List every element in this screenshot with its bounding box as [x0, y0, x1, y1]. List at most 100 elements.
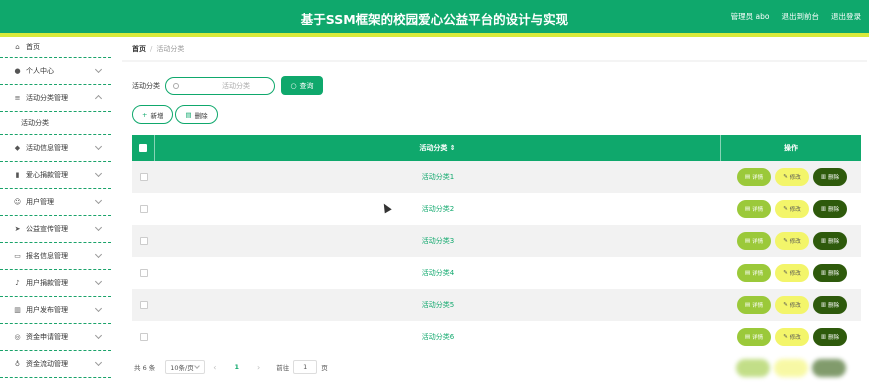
ghost-delete — [812, 359, 846, 377]
delete-button[interactable]: ▥ 删除 — [813, 168, 847, 186]
row-checkbox[interactable] — [139, 173, 148, 181]
add-button-label: 新增 — [150, 111, 164, 120]
main-content: 首页 / 活动分类 活动分类 活动分类 ○ 查询 + 新增 ▤ 删除 活动分类 … — [111, 37, 869, 383]
goto-page-input[interactable]: 1 — [293, 360, 318, 374]
edit-button[interactable]: ✎ 修改 — [775, 232, 809, 250]
delete-button[interactable]: ▥ 删除 — [813, 328, 847, 346]
delete-button-label: 删除 — [194, 111, 208, 120]
pencil-icon: ✎ — [783, 270, 788, 276]
chevron-down-icon — [94, 331, 103, 340]
sidebar-item-home[interactable]: ⌂ 首页 — [0, 37, 111, 58]
document-icon: ▤ — [744, 206, 751, 212]
person-icon: ● — [14, 67, 21, 75]
search-placeholder: 活动分类 — [222, 81, 250, 90]
edit-button[interactable]: ✎ 修改 — [775, 264, 809, 282]
chevron-down-icon — [94, 358, 103, 367]
prev-page-button[interactable]: ‹ — [213, 363, 216, 372]
trash-icon: ▥ — [820, 238, 827, 244]
pencil-icon: ✎ — [783, 206, 788, 212]
detail-button[interactable]: ▤ 详情 — [737, 264, 771, 282]
sidebar-item-fund-apply[interactable]: ◎ 资金申请管理 — [0, 324, 111, 351]
table-header: 活动分类 ⇕ 操作 — [132, 135, 861, 161]
column-header-category[interactable]: 活动分类 ⇕ — [155, 135, 721, 161]
row-checkbox[interactable] — [139, 269, 148, 277]
chevron-down-icon — [94, 65, 103, 74]
delete-button[interactable]: ▥ 删除 — [813, 200, 847, 218]
document-icon: ▤ — [744, 302, 751, 308]
sidebar-item-promo[interactable]: ➤ 公益宣传管理 — [0, 216, 111, 243]
sidebar-item-category-manage[interactable]: ≡ 活动分类管理 — [0, 85, 111, 112]
add-button[interactable]: + 新增 — [132, 105, 174, 124]
mic-icon: ♪ — [15, 279, 20, 287]
sidebar-item-signup[interactable]: ▭ 报名信息管理 — [0, 243, 111, 270]
send-icon: ➤ — [14, 225, 21, 233]
page-size-select[interactable]: 10条/页 — [165, 360, 206, 374]
sidebar-item-label: 报名信息管理 — [26, 252, 68, 260]
admin-user-label[interactable]: 管理员 abo — [731, 11, 770, 22]
detail-button[interactable]: ▤ 详情 — [737, 232, 771, 250]
sidebar-item-label: 用户管理 — [26, 198, 54, 206]
sidebar-item-fund-flow[interactable]: ♁ 资金流动管理 — [0, 351, 111, 378]
detail-button[interactable]: ▤ 详情 — [737, 296, 771, 314]
sidebar-item-donation[interactable]: ▮ 爱心捐款管理 — [0, 162, 111, 189]
table-row: 活动分类6 ▤ 详情 ✎ 修改 ▥ 删除 — [132, 321, 861, 353]
search-label: 活动分类 — [132, 81, 160, 90]
edit-button[interactable]: ✎ 修改 — [775, 200, 809, 218]
top-header: 基于SSM框架的校园爱心公益平台的设计与实现 管理员 abo 退出到前台 退出登… — [0, 0, 869, 33]
row-category-name: 活动分类2 — [421, 205, 455, 213]
row-checkbox[interactable] — [139, 301, 148, 309]
sidebar-item-users[interactable]: ☺ 用户管理 — [0, 189, 111, 216]
next-page-button[interactable]: › — [257, 363, 260, 372]
row-checkbox[interactable] — [139, 333, 148, 341]
pagination: 共 6 条 10条/页 ‹ 1 › 前往 1 页 — [134, 360, 328, 374]
edit-button[interactable]: ✎ 修改 — [775, 168, 809, 186]
detail-button[interactable]: ▤ 详情 — [737, 168, 771, 186]
sidebar-item-user-donation[interactable]: ♪ 用户捐款管理 — [0, 270, 111, 297]
sidebar-item-label: 个人中心 — [26, 67, 54, 75]
delete-button[interactable]: ▥ 删除 — [813, 296, 847, 314]
delete-button[interactable]: ▥ 删除 — [813, 232, 847, 250]
delete-button[interactable]: ▥ 删除 — [813, 264, 847, 282]
sidebar-item-label: 首页 — [26, 43, 40, 51]
detail-button[interactable]: ▤ 详情 — [737, 200, 771, 218]
document-icon: ▤ — [744, 270, 751, 276]
header-nav: 管理员 abo 退出到前台 退出登录 — [731, 11, 861, 22]
sidebar-item-user-publish[interactable]: ▥ 用户发布管理 — [0, 297, 111, 324]
sidebar-item-label: 资金申请管理 — [26, 333, 68, 341]
chevron-down-icon — [94, 196, 103, 205]
row-checkbox[interactable] — [139, 237, 148, 245]
search-icon: ○ — [290, 81, 297, 90]
sidebar-item-label: 活动分类管理 — [26, 94, 68, 102]
batch-delete-button[interactable]: ▤ 删除 — [175, 105, 218, 124]
search-input[interactable]: 活动分类 — [165, 76, 275, 95]
front-page-link[interactable]: 退出到前台 — [782, 11, 820, 22]
edit-button[interactable]: ✎ 修改 — [775, 328, 809, 346]
pencil-icon: ✎ — [783, 174, 788, 180]
ghost-detail — [736, 359, 770, 377]
sidebar-subitem-category[interactable]: 活动分类 — [0, 112, 111, 135]
trash-icon: ▤ — [185, 110, 192, 119]
column-header-ops: 操作 — [784, 144, 798, 152]
pin-icon: ◆ — [14, 144, 21, 152]
breadcrumb-home[interactable]: 首页 — [132, 44, 146, 54]
row-checkbox[interactable] — [139, 205, 148, 213]
document-icon: ▤ — [744, 238, 751, 244]
breadcrumb-separator: / — [150, 44, 153, 53]
select-all-checkbox[interactable] — [139, 144, 147, 152]
action-row: + 新增 ▤ 删除 — [132, 105, 218, 124]
detail-button[interactable]: ▤ 详情 — [737, 328, 771, 346]
query-button[interactable]: ○ 查询 — [281, 76, 323, 95]
chevron-down-icon — [94, 169, 103, 178]
chevron-down-icon — [94, 223, 103, 232]
edit-button[interactable]: ✎ 修改 — [775, 296, 809, 314]
trash-icon: ▥ — [820, 270, 827, 276]
current-page[interactable]: 1 — [234, 363, 239, 371]
search-row: 活动分类 活动分类 ○ 查询 — [132, 76, 323, 95]
row-category-name: 活动分类1 — [421, 173, 455, 181]
sidebar-item-activity[interactable]: ◆ 活动信息管理 — [0, 135, 111, 162]
trash-icon: ▥ — [820, 206, 827, 212]
goto-label: 前往 — [276, 364, 290, 372]
chevron-down-icon — [194, 363, 201, 369]
sidebar-item-personal[interactable]: ● 个人中心 — [0, 58, 111, 85]
logout-link[interactable]: 退出登录 — [831, 11, 861, 22]
